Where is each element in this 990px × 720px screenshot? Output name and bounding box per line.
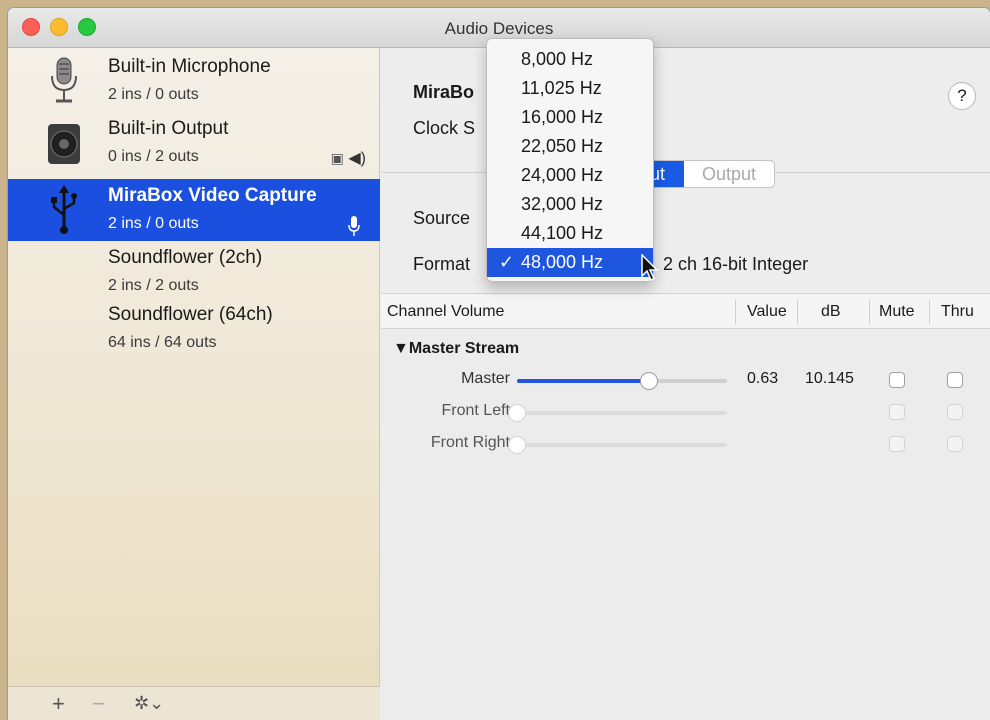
mouse-cursor-icon — [641, 254, 659, 282]
sample-rate-menu: 8,000 Hz 11,025 Hz 16,000 Hz 22,050 Hz 24,00… — [486, 38, 654, 282]
default-output-badges: ▣ ◀) — [331, 148, 366, 168]
sample-rate-option[interactable]: 22,050 Hz — [487, 132, 653, 161]
sample-rate-label: 8,000 Hz — [521, 49, 594, 69]
header-channel-volume[interactable]: Channel Volume — [387, 303, 504, 321]
device-io: 2 ins / 2 outs — [108, 277, 199, 294]
mute-checkbox[interactable] — [889, 436, 905, 452]
thru-checkbox[interactable] — [947, 404, 963, 420]
device-name: Soundflower (64ch) — [108, 304, 273, 325]
channel-row-master: Master 0.63 10.145 — [381, 366, 990, 396]
gear-menu-button[interactable]: ✲⌄ — [134, 693, 164, 714]
device-item-built-in-output[interactable]: Built-in Output 0 ins / 2 outs ▣ ◀) — [8, 112, 380, 174]
sample-rate-label: 48,000 Hz — [521, 252, 604, 272]
channel-value: 0.63 — [747, 370, 779, 387]
sample-rate-label: 44,100 Hz — [521, 223, 604, 243]
add-device-button[interactable]: + — [52, 691, 65, 717]
sample-rate-label: 24,000 Hz — [521, 165, 604, 185]
device-io: 2 ins / 0 outs — [108, 215, 199, 232]
channel-row-front-right: Front Right — [381, 430, 990, 460]
column-separator — [797, 300, 798, 324]
source-label: Source — [413, 208, 471, 228]
thru-checkbox[interactable] — [947, 436, 963, 452]
header-value[interactable]: Value — [747, 303, 787, 321]
front-left-volume-slider[interactable] — [508, 404, 727, 422]
device-title: MiraBo — [413, 82, 475, 102]
device-name: Soundflower (2ch) — [108, 247, 263, 268]
device-list: Built-in Microphone 2 ins / 0 outs Built… — [8, 48, 380, 720]
default-input-microphone-icon — [348, 215, 360, 242]
master-stream-group[interactable]: ▼Master Stream — [393, 340, 519, 358]
sidebar-footer: + − ✲⌄ — [8, 686, 380, 720]
speaker-icon — [48, 124, 80, 164]
channel-db: 10.145 — [805, 370, 854, 387]
sample-rate-option[interactable]: 44,100 Hz — [487, 219, 653, 248]
column-separator — [929, 300, 930, 324]
channel-row-front-left: Front Left — [381, 398, 990, 428]
tab-output[interactable]: Output — [684, 161, 774, 187]
sample-rate-option[interactable]: 8,000 Hz — [487, 45, 653, 74]
sample-rate-label: 32,000 Hz — [521, 194, 604, 214]
device-settings-panel: MiraBo ? Clock S ut Output Source Format… — [381, 48, 990, 720]
format-channels-popup[interactable]: 2 ch 16-bit Integer — [663, 254, 808, 275]
finder-icon: ▣ — [330, 150, 344, 166]
sample-rate-option[interactable]: 11,025 Hz — [487, 74, 653, 103]
audio-devices-window: Audio Devices Built-in Microphone 2 ins … — [8, 8, 990, 720]
mute-checkbox[interactable] — [889, 404, 905, 420]
sample-rate-option[interactable]: 16,000 Hz — [487, 103, 653, 132]
device-name: Built-in Microphone — [108, 56, 271, 77]
sample-rate-option[interactable]: 32,000 Hz — [487, 190, 653, 219]
clock-source-label: Clock S — [413, 118, 476, 138]
slider-knob[interactable] — [640, 372, 659, 390]
microphone-icon — [51, 57, 77, 103]
master-volume-slider[interactable] — [517, 372, 727, 390]
channel-label: Master — [461, 370, 510, 387]
device-item-built-in-microphone[interactable]: Built-in Microphone 2 ins / 0 outs — [8, 50, 380, 112]
column-separator — [735, 300, 736, 324]
help-button[interactable]: ? — [948, 82, 976, 110]
device-item-mirabox-video-capture[interactable]: MiraBox Video Capture 2 ins / 0 outs — [8, 179, 380, 241]
format-label: Format — [413, 254, 471, 274]
sample-rate-label: 11,025 Hz — [521, 78, 602, 98]
header-mute[interactable]: Mute — [879, 303, 915, 321]
remove-device-button[interactable]: − — [92, 691, 105, 717]
channel-table: ▼Master Stream Master 0.63 10.145 Front … — [381, 330, 990, 720]
device-io: 0 ins / 2 outs — [108, 148, 199, 165]
device-name: MiraBox Video Capture — [108, 185, 317, 206]
device-item-soundflower-2ch[interactable]: Soundflower (2ch) 2 ins / 2 outs — [8, 241, 380, 303]
channel-table-header: Channel Volume Value dB Mute Thru — [381, 293, 990, 329]
slider-knob[interactable] — [508, 404, 526, 422]
device-name: Built-in Output — [108, 118, 229, 139]
header-db[interactable]: dB — [821, 303, 841, 321]
device-io: 2 ins / 0 outs — [108, 86, 199, 103]
column-separator — [869, 300, 870, 324]
volume-icon: ◀) — [348, 150, 366, 167]
device-item-soundflower-64ch[interactable]: Soundflower (64ch) 64 ins / 64 outs — [8, 298, 380, 360]
front-right-volume-slider[interactable] — [508, 436, 727, 454]
device-io: 64 ins / 64 outs — [108, 334, 217, 351]
thru-checkbox[interactable] — [947, 372, 963, 388]
checkmark-icon: ✓ — [499, 252, 515, 272]
sample-rate-label: 16,000 Hz — [521, 107, 604, 127]
usb-icon — [51, 185, 77, 234]
slider-knob[interactable] — [508, 436, 526, 454]
window-title: Audio Devices — [444, 19, 554, 38]
header-thru[interactable]: Thru — [941, 303, 974, 321]
slider-fill — [517, 379, 650, 383]
sample-rate-label: 22,050 Hz — [521, 136, 604, 156]
sample-rate-option[interactable]: ✓ 48,000 Hz — [487, 248, 653, 277]
sample-rate-option[interactable]: 24,000 Hz — [487, 161, 653, 190]
channel-label: Front Right — [430, 434, 510, 451]
mute-checkbox[interactable] — [889, 372, 905, 388]
channel-label: Front Left — [441, 402, 510, 419]
